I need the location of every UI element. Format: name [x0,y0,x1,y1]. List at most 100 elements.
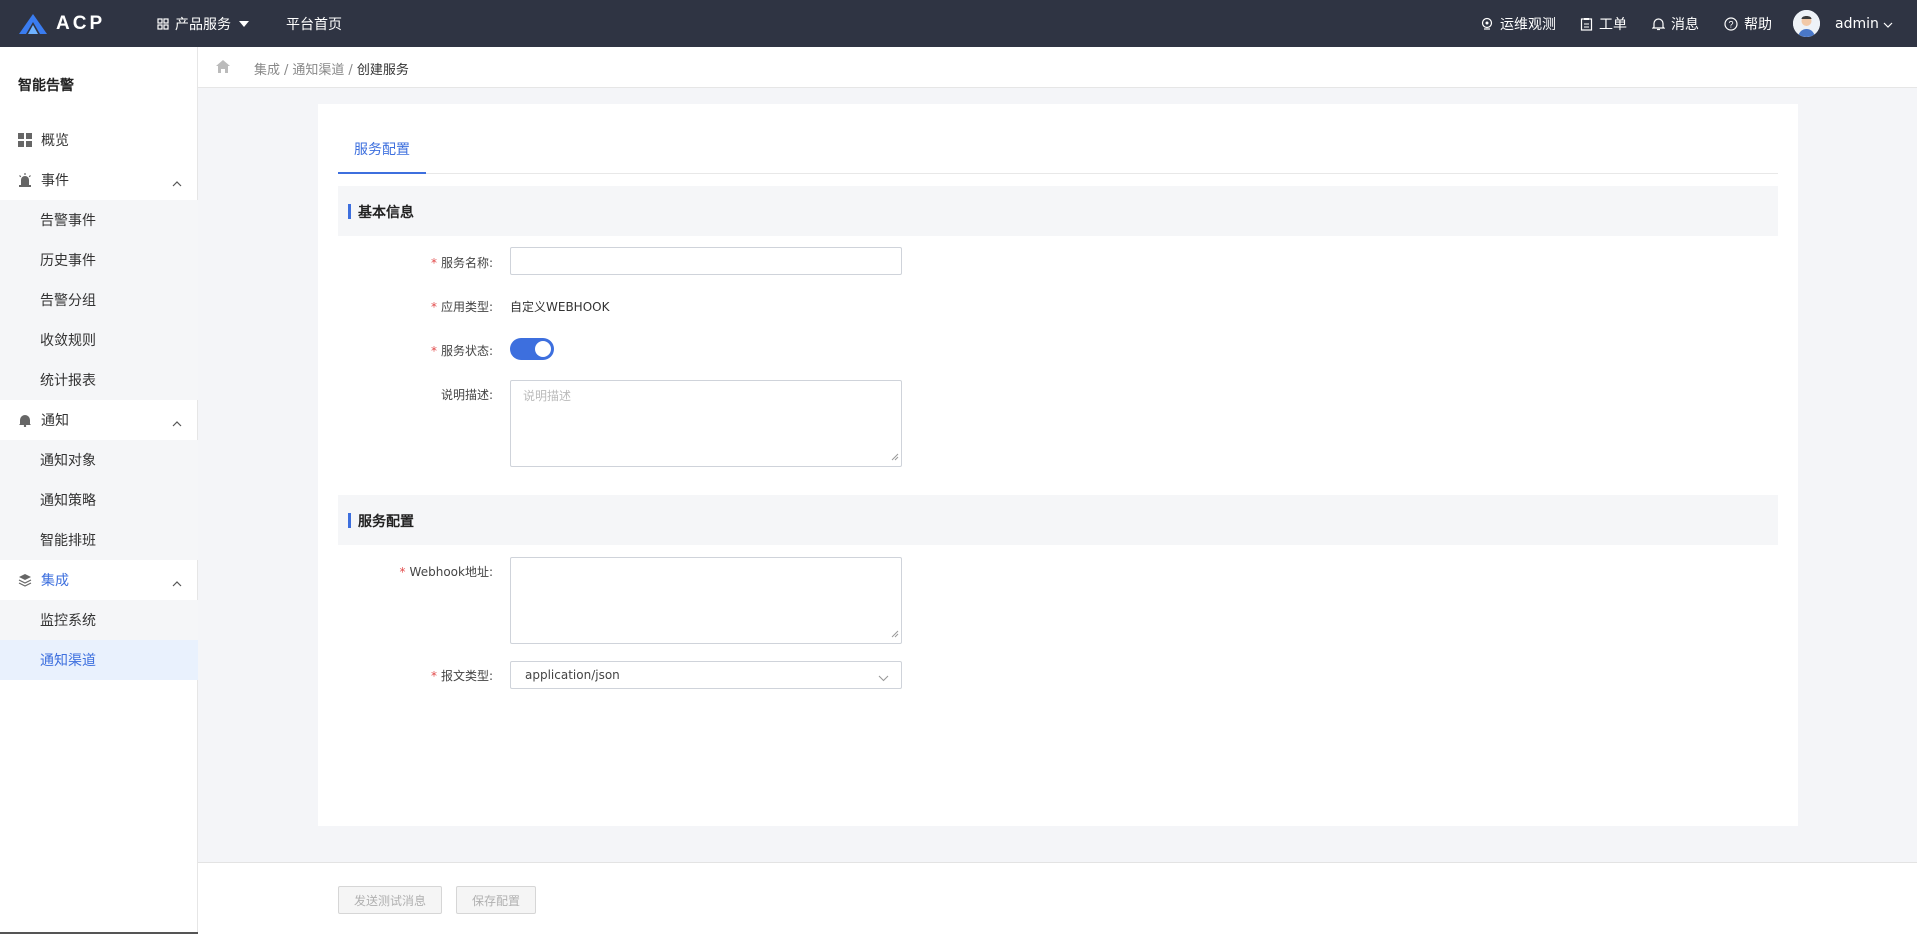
section-title: 基本信息 [358,205,414,221]
section-title: 服务配置 [358,514,414,530]
sidebar-item-reports[interactable]: 统计报表 [0,360,198,400]
required-mark: * [430,300,437,314]
sidebar-item-notify-channels[interactable]: 通知渠道 [0,640,198,680]
ops-icon [1480,17,1494,31]
sidebar-item-label: 通知渠道 [40,653,96,669]
sidebar-group-integration[interactable]: 集成 [0,560,198,600]
section-accent-bar [348,513,351,528]
svg-text:?: ? [1728,19,1733,29]
toggle-knob [535,341,551,357]
sidebar-item-notify-policy[interactable]: 通知策略 [0,480,198,520]
logo-icon [19,14,47,34]
sidebar-item-label: 告警事件 [40,213,96,229]
ops-observe-link[interactable]: 运维观测 [1480,0,1556,47]
sidebar-group-notify[interactable]: 通知 [0,400,198,440]
description-label: 说明描述: [440,388,493,402]
webhook-label: * Webhook地址: [400,563,493,580]
user-name: admin [1835,15,1879,32]
avatar[interactable] [1793,10,1820,37]
tab-service-config[interactable]: 服务配置 [338,126,426,174]
tickets-link[interactable]: 工单 [1580,0,1627,47]
required-mark: * [399,565,406,579]
resize-handle-icon[interactable] [891,627,899,641]
top-navbar: ACP 产品服务 平台首页 运维观测 工单 消息 ? 帮助 admin [0,0,1917,47]
msgtype-select[interactable]: application/json [510,661,902,689]
sidebar-item-label: 收敛规则 [40,333,96,349]
msgtype-selected-value: application/json [525,668,620,682]
logo[interactable]: ACP [18,10,105,38]
save-config-button[interactable]: 保存配置 [456,886,536,914]
label-text: Webhook地址: [409,565,493,579]
caret-down-icon [239,20,249,27]
description-textarea[interactable]: 说明描述 [510,380,902,467]
label-text: 应用类型: [440,300,493,314]
webhook-textarea[interactable] [510,557,902,644]
messages-link[interactable]: 消息 [1652,0,1699,47]
breadcrumb: 集成 / 通知渠道 / 创建服务 [254,63,409,78]
home-icon[interactable] [216,60,230,77]
app-type-label: * 应用类型: [431,298,493,315]
chevron-down-icon [1883,16,1893,32]
description-placeholder: 说明描述 [523,389,572,403]
sidebar-item-label: 统计报表 [40,373,96,389]
service-status-toggle[interactable] [510,338,554,360]
sidebar-item-alert-groups[interactable]: 告警分组 [0,280,198,320]
sidebar-item-history-events[interactable]: 历史事件 [0,240,198,280]
tickets-label: 工单 [1599,16,1627,33]
sidebar-group-label: 事件 [41,173,69,189]
sidebar-item-label: 告警分组 [40,293,96,309]
service-status-label: * 服务状态: [431,342,493,359]
help-icon: ? [1724,16,1738,31]
label-text: 服务状态: [440,344,493,358]
chevron-up-icon [172,575,182,591]
label-text: 报文类型: [440,669,493,683]
sidebar-item-alert-events[interactable]: 告警事件 [0,200,198,240]
service-name-input[interactable] [510,247,902,275]
section-service-config: 服务配置 [338,495,1778,545]
platform-home-link[interactable]: 平台首页 [286,0,342,47]
alarm-icon [18,173,32,187]
sidebar-item-monitoring-systems[interactable]: 监控系统 [0,600,198,640]
products-menu-label: 产品服务 [175,16,231,33]
form-card: 服务配置 基本信息 * 服务名称: * 应用类型: 自定义WEBHOOK * 服务状态… [318,104,1798,826]
bell-icon [18,413,32,427]
chevron-up-icon [172,175,182,191]
required-mark: * [430,669,437,683]
sidebar-item-label: 监控系统 [40,613,96,629]
send-test-message-button[interactable]: 发送测试消息 [338,886,442,914]
sidebar-title: 智能告警 [18,78,74,94]
platform-home-label: 平台首页 [286,16,342,33]
logo-text: ACP [56,13,106,34]
section-accent-bar [348,204,351,219]
required-mark: * [430,344,437,358]
sidebar-item-overview[interactable]: 概览 [0,120,198,160]
chevron-down-icon [878,671,889,685]
msgtype-label: * 报文类型: [431,667,493,684]
help-link[interactable]: ? 帮助 [1724,0,1772,47]
layers-icon [18,573,32,587]
clipboard-icon [1580,17,1593,31]
user-menu[interactable]: admin [1835,0,1893,47]
sidebar-item-label: 通知对象 [40,453,96,469]
breadcrumb-item[interactable]: 集成 [254,63,280,78]
chevron-up-icon [172,415,182,431]
breadcrumb-item[interactable]: 通知渠道 [292,63,344,78]
sidebar-group-label: 集成 [41,573,69,589]
tab-bar: 服务配置 [338,126,1778,174]
sidebar-group-label: 通知 [41,413,69,429]
sidebar-item-notify-targets[interactable]: 通知对象 [0,440,198,480]
sidebar-item-convergence-rules[interactable]: 收敛规则 [0,320,198,360]
footer-actions: 发送测试消息 保存配置 [198,862,1917,934]
bell-icon [1652,17,1665,31]
messages-label: 消息 [1671,16,1699,33]
grid-icon [157,17,169,30]
sidebar-item-label: 通知策略 [40,493,96,509]
required-mark: * [430,256,437,270]
products-menu[interactable]: 产品服务 [157,0,249,47]
sidebar-item-label: 智能排班 [40,533,96,549]
section-basic-info: 基本信息 [338,186,1778,236]
sidebar-item-smart-schedule[interactable]: 智能排班 [0,520,198,560]
resize-handle-icon[interactable] [891,450,899,464]
sidebar-group-events[interactable]: 事件 [0,160,198,200]
label-text: 服务名称: [440,256,493,270]
